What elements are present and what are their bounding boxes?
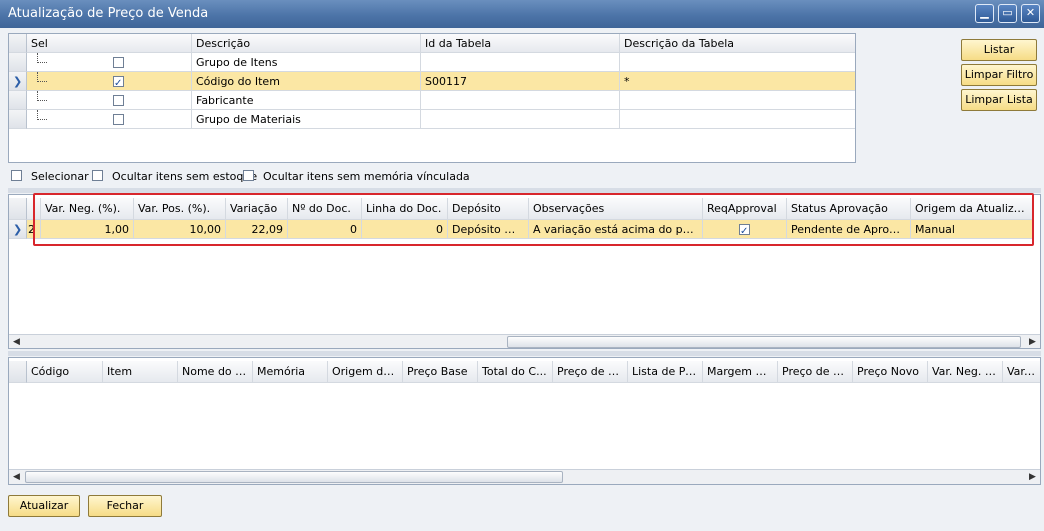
row-header[interactable] xyxy=(9,53,27,72)
ocultar-estoque-label: Ocultar itens sem estoque xyxy=(112,170,258,183)
col-memoria[interactable]: Memória xyxy=(253,361,328,383)
listar-button[interactable]: Listar xyxy=(961,39,1037,61)
col-preco-novo[interactable]: Preço Novo xyxy=(853,361,928,383)
items-hscrollbar[interactable]: ◀ ▶ xyxy=(9,469,1040,484)
id-tabela-cell[interactable] xyxy=(421,91,620,110)
table-row[interactable] xyxy=(27,110,192,129)
ocultar-estoque-checkbox[interactable] xyxy=(92,170,103,181)
ocultar-memoria-checkbox[interactable] xyxy=(243,170,254,181)
sel-checkbox[interactable] xyxy=(113,57,124,68)
variation-hscrollbar[interactable]: ◀ ▶ xyxy=(9,334,1040,348)
minimize-button[interactable]: ▁ xyxy=(975,4,994,23)
descricao-cell[interactable]: Grupo de Materiais xyxy=(192,110,421,129)
scroll-right-icon[interactable]: ▶ xyxy=(1025,470,1040,484)
descricao-tabela-cell[interactable] xyxy=(620,110,855,129)
scroll-left-icon[interactable]: ◀ xyxy=(9,470,24,484)
col-preco-custo[interactable]: Preço de C... xyxy=(553,361,628,383)
tree-line xyxy=(37,91,47,101)
main-window: Atualização de Preço de Venda ▁ ▭ ✕ Sel … xyxy=(0,0,1044,531)
descricao-cell[interactable]: Fabricante xyxy=(192,91,421,110)
items-corner xyxy=(9,361,27,383)
limpar-lista-button[interactable]: Limpar Lista xyxy=(961,89,1037,111)
chevron-right-icon: ❯ xyxy=(13,223,23,236)
sel-checkbox[interactable] xyxy=(113,95,124,106)
fechar-button[interactable]: Fechar xyxy=(88,495,162,517)
col-total-custo[interactable]: Total do C... xyxy=(478,361,553,383)
descricao-tabela-cell[interactable] xyxy=(620,53,855,72)
criteria-grid: Sel Descrição Id da Tabela Descrição da … xyxy=(8,33,856,163)
atualizar-button[interactable]: Atualizar xyxy=(8,495,80,517)
col-descricao-tabela[interactable]: Descrição da Tabela xyxy=(620,34,855,53)
col-preco-base[interactable]: Preço Base xyxy=(403,361,478,383)
highlight-box xyxy=(33,193,1034,246)
tree-line xyxy=(37,53,47,63)
col-margem[interactable]: Margem de... xyxy=(703,361,778,383)
title-bar: Atualização de Preço de Venda ▁ ▭ ✕ xyxy=(0,0,1044,28)
id-tabela-cell[interactable]: S00117 xyxy=(421,72,620,91)
variation-corner xyxy=(9,198,27,220)
splitter-bottom[interactable] xyxy=(8,351,1041,356)
tree-line xyxy=(37,110,47,120)
descricao-tabela-cell[interactable] xyxy=(620,91,855,110)
row-header[interactable] xyxy=(9,91,27,110)
col-var-pos[interactable]: Var. Po xyxy=(1003,361,1040,383)
tree-line xyxy=(37,72,47,82)
selecionar-label: Selecionar xyxy=(31,170,89,183)
row-header[interactable]: ❯ xyxy=(9,72,27,91)
col-nome-item[interactable]: Nome do It... xyxy=(178,361,253,383)
ocultar-memoria-option[interactable]: Ocultar itens sem memória vínculada xyxy=(243,169,470,185)
col-sel[interactable]: Sel xyxy=(27,34,192,53)
col-id-tabela[interactable]: Id da Tabela xyxy=(421,34,620,53)
limpar-filtro-button[interactable]: Limpar Filtro xyxy=(961,64,1037,86)
sel-checkbox[interactable] xyxy=(113,114,124,125)
criteria-corner xyxy=(9,34,27,53)
window-title: Atualização de Preço de Venda xyxy=(8,6,209,21)
ocultar-memoria-label: Ocultar itens sem memória vínculada xyxy=(263,170,470,183)
scroll-thumb[interactable] xyxy=(25,471,563,483)
col-var-neg[interactable]: Var. Neg. (... xyxy=(928,361,1003,383)
col-codigo[interactable]: Código xyxy=(27,361,103,383)
col-preco-atual[interactable]: Preço de A... xyxy=(778,361,853,383)
id-tabela-cell[interactable] xyxy=(421,110,620,129)
row-header[interactable] xyxy=(9,110,27,129)
col-origem[interactable]: Origem do ... xyxy=(328,361,403,383)
col-item[interactable]: Item xyxy=(103,361,178,383)
table-row[interactable] xyxy=(27,91,192,110)
sel-checkbox[interactable] xyxy=(113,74,124,90)
table-row[interactable] xyxy=(27,72,192,91)
ocultar-estoque-option[interactable]: Ocultar itens sem estoque xyxy=(92,169,257,185)
row-header[interactable]: ❯ xyxy=(9,220,27,239)
descricao-cell[interactable]: Grupo de Itens xyxy=(192,53,421,72)
maximize-button[interactable]: ▭ xyxy=(998,4,1017,23)
scroll-right-icon[interactable]: ▶ xyxy=(1025,335,1040,348)
scroll-left-icon[interactable]: ◀ xyxy=(9,335,24,348)
selecionar-option[interactable]: Selecionar xyxy=(11,169,91,185)
table-row[interactable] xyxy=(27,53,192,72)
selecionar-checkbox[interactable] xyxy=(11,170,22,181)
id-tabela-cell[interactable] xyxy=(421,53,620,72)
col-descricao[interactable]: Descrição xyxy=(192,34,421,53)
close-button[interactable]: ✕ xyxy=(1021,4,1040,23)
chevron-right-icon: ❯ xyxy=(13,75,23,88)
col-lista-precos[interactable]: Lista de Pr... xyxy=(628,361,703,383)
scroll-thumb[interactable] xyxy=(507,336,1021,348)
descricao-cell[interactable]: Código do Item xyxy=(192,72,421,91)
items-grid: Código Item Nome do It... Memória Origem… xyxy=(8,357,1041,485)
descricao-tabela-cell[interactable]: * xyxy=(620,72,855,91)
